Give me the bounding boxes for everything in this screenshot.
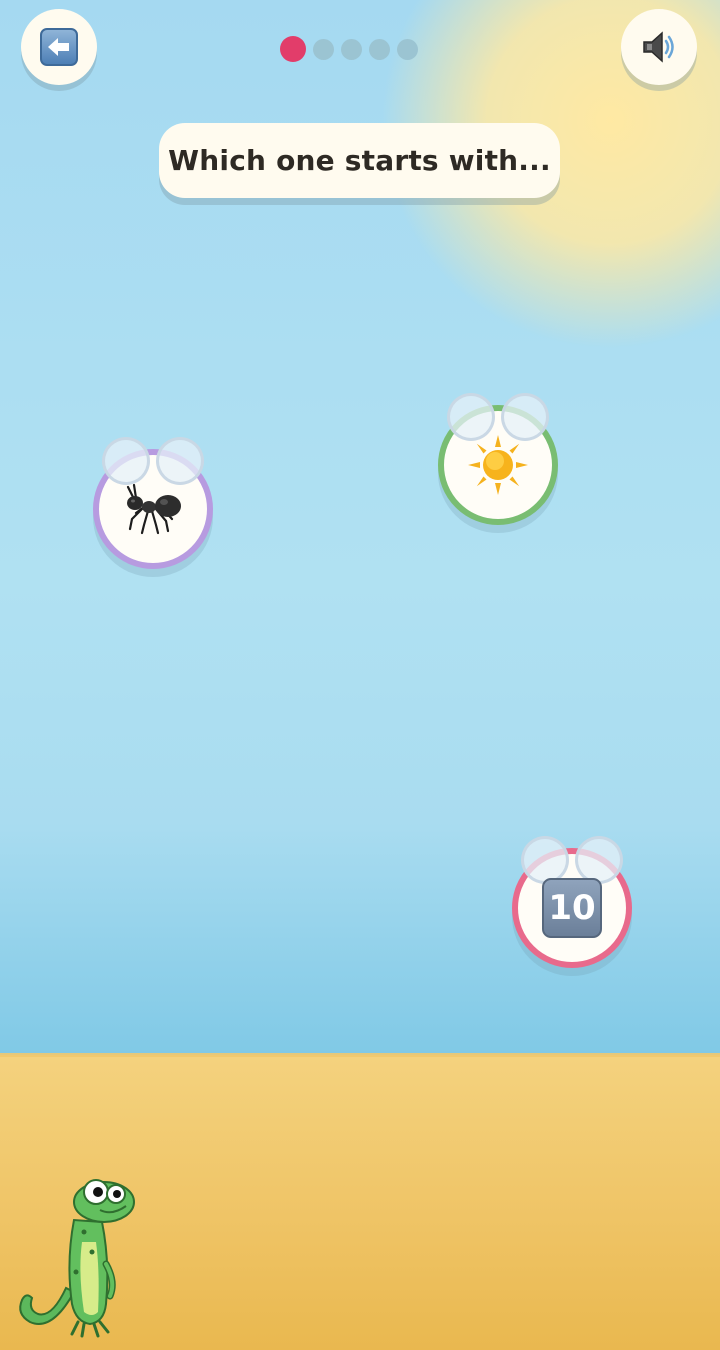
progress-dot [369, 38, 390, 60]
progress-dot [341, 38, 362, 60]
progress-dot [313, 38, 334, 60]
horizon-line [0, 1053, 720, 1057]
keycap-label: 10 [548, 888, 596, 928]
keycap-ten-icon: 10 [542, 878, 602, 938]
back-arrow-icon [40, 28, 78, 66]
speaker-icon [643, 31, 674, 63]
question-prompt: Which one starts with... [159, 123, 560, 198]
back-button[interactable] [21, 9, 97, 85]
gecko-mascot [19, 1179, 135, 1338]
progress-dot [397, 38, 418, 60]
progress-dot-current [280, 36, 306, 62]
ant-icon [126, 483, 181, 535]
choice-sun-bubble[interactable] [438, 393, 558, 525]
game-scene: Which one starts with... 10 [0, 0, 720, 1350]
sun-icon [468, 435, 528, 495]
progress-indicator [280, 36, 418, 62]
choice-ant-bubble[interactable] [93, 437, 213, 569]
prompt-text: Which one starts with... [168, 144, 551, 177]
sound-button[interactable] [621, 9, 697, 85]
choice-ten-bubble[interactable]: 10 [512, 836, 632, 968]
